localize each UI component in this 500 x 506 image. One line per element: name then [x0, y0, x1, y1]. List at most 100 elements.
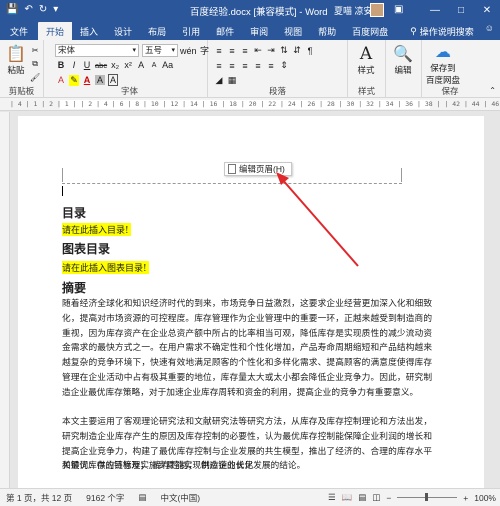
- paste-label: 粘贴: [7, 65, 25, 75]
- maximize-button[interactable]: □: [448, 0, 474, 20]
- editing-button[interactable]: 🔍 编辑: [393, 44, 413, 76]
- font-color-button[interactable]: A: [82, 75, 92, 85]
- web-layout-icon[interactable]: ◫: [372, 492, 380, 503]
- ribbon-tabs: 文件 开始 插入 设计 布局 引用 邮件 审阅 视图 帮助 百度网盘 ⚲ 操作说…: [0, 20, 500, 40]
- close-button[interactable]: ✕: [474, 0, 500, 20]
- wen-icon[interactable]: wén: [180, 46, 197, 56]
- read-mode-icon[interactable]: 📖: [342, 492, 353, 503]
- avatar[interactable]: [370, 3, 384, 17]
- tab-insert[interactable]: 插入: [72, 22, 106, 40]
- window-title: 百度经验.docx [兼容模式] - Word: [190, 7, 328, 18]
- strikethrough-button[interactable]: abc: [95, 61, 107, 70]
- customize-qat-icon[interactable]: ▾: [53, 4, 58, 16]
- font-size-select[interactable]: 五号 ▾: [142, 44, 178, 57]
- multilevel-list-icon[interactable]: ≡: [240, 46, 250, 56]
- bullets-icon[interactable]: ≡: [214, 46, 224, 56]
- show-marks-icon[interactable]: ¶: [305, 46, 315, 56]
- sort-icon[interactable]: ⇵: [292, 45, 302, 56]
- language[interactable]: 中文(中国): [160, 492, 200, 504]
- align-right-icon[interactable]: ≡: [240, 61, 250, 71]
- styles-icon: A: [359, 44, 373, 64]
- zoom-out-button[interactable]: −: [386, 493, 391, 503]
- ribbon-display-options-icon[interactable]: ▣: [394, 4, 403, 15]
- tab-mailings[interactable]: 邮件: [208, 22, 242, 40]
- bold-button[interactable]: B: [56, 60, 66, 70]
- toc-heading: 目录: [62, 206, 87, 220]
- edit-header-tooltip[interactable]: 编辑页眉(H): [224, 162, 292, 176]
- decrease-indent-icon[interactable]: ⇤: [253, 45, 263, 56]
- justify-icon[interactable]: ≡: [253, 61, 263, 71]
- user-name[interactable]: 夏喵 凉安: [334, 4, 373, 17]
- subscript-button[interactable]: x₂: [110, 60, 120, 70]
- italic-button[interactable]: I: [69, 60, 79, 70]
- document-page[interactable]: 编辑页眉(H) 目录 请在此插入目录! 图表目录 请在此插入图表目录! 摘要 随…: [18, 116, 484, 488]
- tab-design[interactable]: 设计: [106, 22, 140, 40]
- redo-icon[interactable]: ↻: [39, 4, 47, 16]
- underline-button[interactable]: U: [82, 60, 92, 70]
- save-to-baidu-button[interactable]: ☁ 保存到 百度网盘: [426, 42, 460, 86]
- cloud-icon: ☁: [435, 44, 451, 61]
- collapse-ribbon-icon[interactable]: ⌃: [489, 86, 496, 95]
- status-bar: 第 1 页，共 12 页 9162 个字 ▤ 中文(中国) ☰ 📖 ▤ ◫ − …: [0, 488, 500, 506]
- editing-group: 🔍 编辑: [386, 40, 422, 98]
- minimize-button[interactable]: —: [422, 0, 448, 20]
- header-left-margin: [62, 168, 63, 182]
- tell-me-search[interactable]: ⚲ 操作说明搜索: [402, 22, 482, 40]
- tab-baidu-netdisk[interactable]: 百度网盘: [344, 22, 396, 40]
- zoom-in-button[interactable]: +: [463, 493, 468, 503]
- share-button[interactable]: ☺: [485, 23, 494, 33]
- zoom-slider-thumb[interactable]: [425, 493, 429, 501]
- align-center-icon[interactable]: ≡: [227, 61, 237, 71]
- tab-review[interactable]: 审阅: [242, 22, 276, 40]
- search-icon: 🔍: [393, 46, 413, 63]
- styles-group: A 样式 样式: [348, 40, 386, 98]
- clipboard-group: 📋 粘贴 ✂ ⧉ 🖌 剪贴板: [0, 40, 44, 98]
- save-icon[interactable]: 💾: [6, 4, 18, 16]
- tab-help[interactable]: 帮助: [310, 22, 344, 40]
- tab-view[interactable]: 视图: [276, 22, 310, 40]
- clear-formatting-button[interactable]: A: [56, 75, 66, 85]
- increase-indent-icon[interactable]: ⇥: [266, 45, 276, 56]
- print-layout-icon[interactable]: ▤: [358, 492, 366, 503]
- tab-references[interactable]: 引用: [174, 22, 208, 40]
- distributed-icon[interactable]: ≡: [266, 61, 276, 71]
- styles-button[interactable]: A 样式: [356, 44, 376, 76]
- share-icon: ☺: [484, 23, 494, 33]
- numbering-icon[interactable]: ≡: [227, 46, 237, 56]
- chinese-layout-icon[interactable]: ⇅: [279, 45, 289, 56]
- zoom-slider[interactable]: [397, 493, 458, 501]
- save-to-label: 保存到: [430, 63, 456, 73]
- focus-mode-icon[interactable]: ☰: [328, 492, 336, 503]
- char-shading-button[interactable]: A: [95, 75, 105, 85]
- text-highlight-button[interactable]: ✎: [69, 74, 79, 86]
- tab-file[interactable]: 文件: [0, 22, 38, 40]
- vertical-ruler[interactable]: [0, 112, 10, 488]
- zoom-level[interactable]: 100%: [474, 493, 496, 503]
- horizontal-ruler[interactable]: | 4 | 1 | 2 | 1 | | 2 | 4 | 6 | 8 | 10 |…: [0, 98, 500, 111]
- tab-home[interactable]: 开始: [38, 22, 73, 40]
- font-group: 宋体 ▾ 五号 ▾ wén 字 B I U abc x₂ x² A A Aa A ✎…: [52, 40, 209, 98]
- align-left-icon[interactable]: ≡: [214, 61, 224, 71]
- word-count[interactable]: 9162 个字: [86, 492, 124, 504]
- page-count[interactable]: 第 1 页，共 12 页: [6, 492, 72, 504]
- cut-icon[interactable]: ✂: [30, 46, 40, 55]
- font-name-select[interactable]: 宋体 ▾: [55, 44, 139, 57]
- tab-layout[interactable]: 布局: [140, 22, 174, 40]
- text-cursor: [62, 186, 63, 196]
- shrink-font-button[interactable]: A: [149, 62, 159, 69]
- change-case-button[interactable]: Aa: [162, 60, 173, 70]
- undo-icon[interactable]: ↶: [24, 4, 32, 16]
- line-spacing-icon[interactable]: ⇕: [279, 60, 289, 71]
- font-name-value: 宋体: [58, 45, 76, 55]
- tell-me-label: 操作说明搜索: [419, 26, 474, 37]
- format-painter-icon[interactable]: 🖌: [30, 73, 40, 82]
- grow-font-button[interactable]: A: [136, 60, 146, 70]
- styles-group-label: 样式: [357, 86, 375, 96]
- edit-header-label: 编辑页眉(H): [239, 164, 285, 174]
- editing-label: 编辑: [394, 65, 412, 75]
- superscript-button[interactable]: x²: [123, 60, 133, 70]
- paste-button[interactable]: 📋 粘贴: [6, 44, 26, 76]
- copy-icon[interactable]: ⧉: [30, 59, 40, 69]
- title-bar: 💾 ↶ ↻ ▾ 百度经验.docx [兼容模式] - Word 夏喵 凉安 ▣ …: [0, 0, 500, 20]
- proofing-icon[interactable]: ▤: [138, 492, 146, 503]
